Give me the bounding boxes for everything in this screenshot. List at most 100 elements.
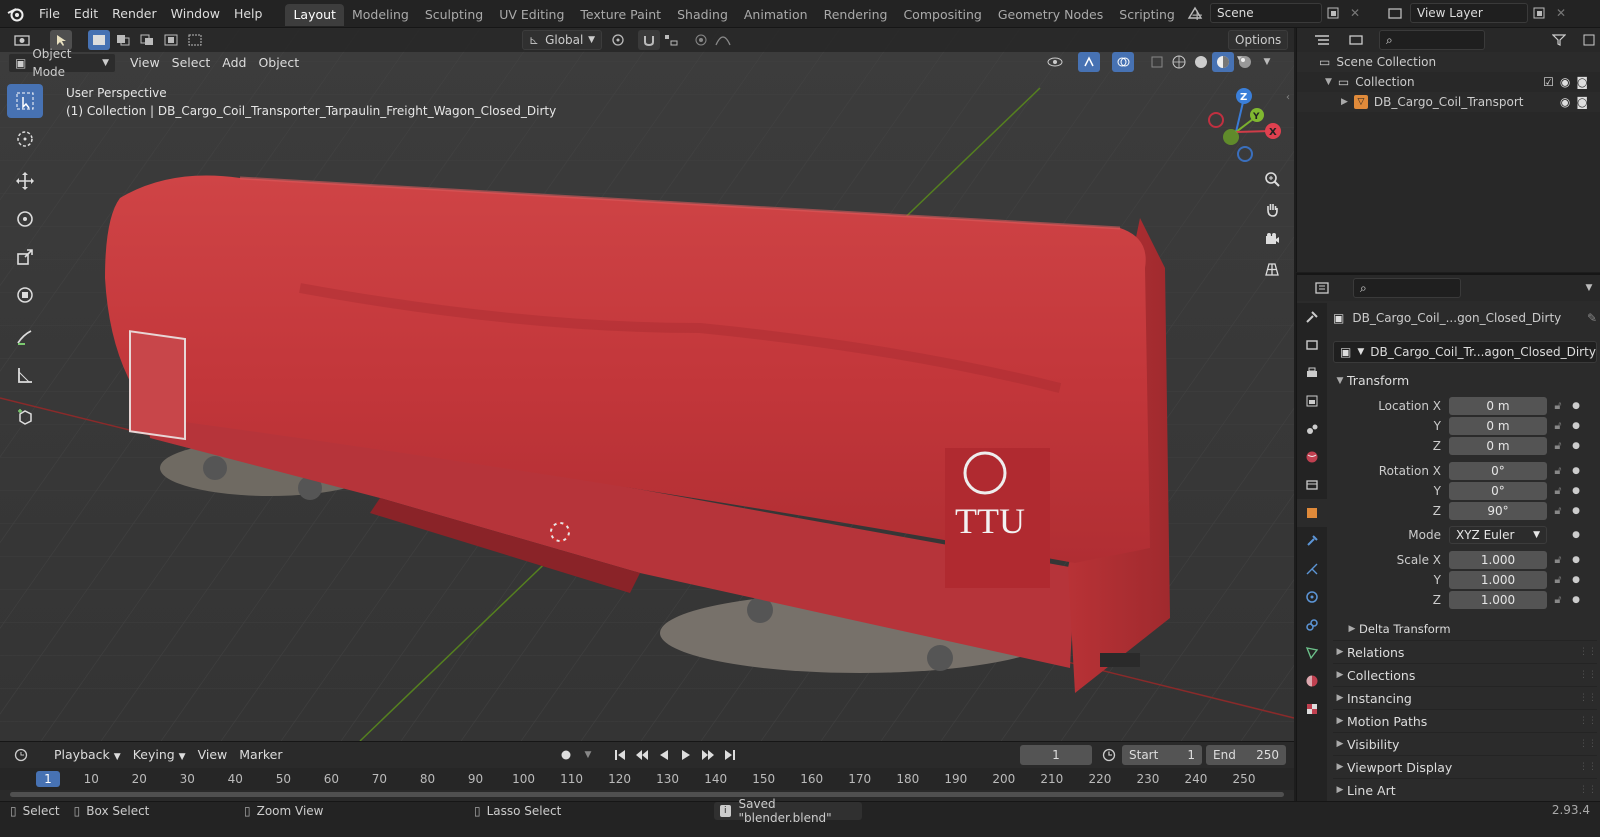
tab-sculpting[interactable]: Sculpting <box>417 4 491 26</box>
properties-search-input[interactable]: ⌕ <box>1353 278 1461 298</box>
play-icon[interactable] <box>675 745 697 765</box>
scale-y-field[interactable]: 1.000 <box>1449 570 1547 589</box>
scale-tool-icon[interactable] <box>7 240 43 274</box>
keyframe-dot-icon[interactable]: ● <box>1569 441 1583 451</box>
annotate-tool-icon[interactable] <box>7 320 43 354</box>
tab-shading[interactable]: Shading <box>669 4 736 26</box>
keyframe-dot-icon[interactable]: ● <box>1569 486 1583 496</box>
drag-grip-icon[interactable]: ⋮⋮ <box>1579 785 1597 795</box>
rendered-shading-icon[interactable] <box>1234 52 1256 72</box>
object-tab-icon[interactable] <box>1297 499 1327 527</box>
drag-grip-icon[interactable]: ⋮⋮ <box>1579 647 1597 657</box>
render-tab-icon[interactable] <box>1297 331 1327 359</box>
view-layer-icon[interactable] <box>1380 3 1410 23</box>
filter-icon[interactable] <box>1544 30 1574 50</box>
snap-icon[interactable] <box>638 30 660 50</box>
select-invert-icon[interactable] <box>160 30 182 50</box>
zoom-icon[interactable] <box>1259 166 1285 192</box>
add-cube-tool-icon[interactable] <box>7 400 43 434</box>
delete-view-layer-icon[interactable]: ✕ <box>1550 3 1572 23</box>
tab-rendering[interactable]: Rendering <box>816 4 896 26</box>
lock-icon[interactable]: 🔓︎ <box>1547 484 1569 498</box>
tab-animation[interactable]: Animation <box>736 4 816 26</box>
shading-options-chevron-icon[interactable]: ▼ <box>1256 52 1278 72</box>
delete-scene-icon[interactable]: ✕ <box>1344 3 1366 23</box>
drag-grip-icon[interactable]: ⋮⋮ <box>1579 762 1597 772</box>
panel-header-motion-paths[interactable]: ▶ Motion Paths ⋮⋮ <box>1333 709 1597 732</box>
eye-icon[interactable]: ◉ <box>1560 95 1570 109</box>
next-keyframe-icon[interactable] <box>697 745 719 765</box>
record-icon[interactable] <box>555 745 577 765</box>
collection-tab-icon[interactable] <box>1297 471 1327 499</box>
panel-header-line-art[interactable]: ▶ Line Art ⋮⋮ <box>1333 778 1597 801</box>
exclude-checkbox-icon[interactable]: ☑ <box>1543 75 1554 89</box>
select-subtract-icon[interactable] <box>136 30 158 50</box>
scene-tab-icon[interactable] <box>1297 415 1327 443</box>
panel-header-instancing[interactable]: ▶ Instancing ⋮⋮ <box>1333 686 1597 709</box>
scene-icon[interactable] <box>1180 3 1210 23</box>
proportional-edit-icon[interactable] <box>690 30 712 50</box>
tab-modeling[interactable]: Modeling <box>344 4 417 26</box>
preview-range-clock-icon[interactable] <box>1098 745 1120 765</box>
keyframe-dot-icon[interactable]: ● <box>1569 466 1583 476</box>
end-frame-field[interactable]: End 250 <box>1206 745 1286 765</box>
panel-header-collections[interactable]: ▶ Collections ⋮⋮ <box>1333 663 1597 686</box>
snap-target-icon[interactable] <box>660 30 682 50</box>
expand-arrow-icon[interactable]: ▼ <box>1325 77 1332 87</box>
menu-keying[interactable]: Keying ▼ <box>127 745 192 765</box>
tab-compositing[interactable]: Compositing <box>895 4 989 26</box>
object-name-field[interactable]: ▣ ▼ DB_Cargo_Coil_Tr...agon_Closed_Dirty <box>1333 341 1597 363</box>
location-x-field[interactable]: 0 m <box>1449 396 1547 415</box>
falloff-icon[interactable] <box>712 30 734 50</box>
properties-editor-type-icon[interactable] <box>1307 278 1337 298</box>
ortho-grid-icon[interactable] <box>1259 256 1285 282</box>
panel-header-relations[interactable]: ▶ Relations ⋮⋮ <box>1333 640 1597 663</box>
keyframe-dot-icon[interactable]: ● <box>1569 421 1583 431</box>
lock-icon[interactable]: 🔓︎ <box>1547 439 1569 453</box>
overlays-icon[interactable] <box>1112 52 1134 72</box>
menu-marker[interactable]: Marker <box>233 745 288 765</box>
scene-name-field[interactable]: Scene <box>1210 3 1322 23</box>
tab-texture-paint[interactable]: Texture Paint <box>572 4 669 26</box>
blender-logo-icon[interactable] <box>0 4 32 24</box>
lock-icon[interactable]: 🔓︎ <box>1547 399 1569 413</box>
output-tab-icon[interactable] <box>1297 359 1327 387</box>
xray-icon[interactable] <box>1146 52 1168 72</box>
rotate-tool-icon[interactable] <box>7 202 43 236</box>
tab-uv-editing[interactable]: UV Editing <box>491 4 572 26</box>
play-reverse-icon[interactable] <box>653 745 675 765</box>
menu-playback[interactable]: Playback ▼ <box>48 745 127 765</box>
menu-add[interactable]: Add <box>216 53 252 73</box>
display-mode-icon[interactable] <box>1341 30 1371 50</box>
current-frame-field[interactable]: 1 <box>1020 745 1092 765</box>
select-intersect-icon[interactable] <box>184 30 206 50</box>
scale-z-field[interactable]: 1.000 <box>1449 590 1547 609</box>
menu-edit[interactable]: Edit <box>67 0 105 28</box>
keyframe-dot-icon[interactable]: ● <box>1569 530 1583 540</box>
camera-render-icon[interactable]: ◙ <box>1576 95 1588 109</box>
particles-tab-icon[interactable] <box>1297 555 1327 583</box>
location-z-field[interactable]: 0 m <box>1449 436 1547 455</box>
solid-shading-icon[interactable] <box>1190 52 1212 72</box>
menu-window[interactable]: Window <box>164 0 227 28</box>
rotation-mode-dropdown[interactable]: XYZ Euler ▼ <box>1449 525 1547 544</box>
transform-orientation-dropdown[interactable]: ⊾ Global ▼ <box>522 30 602 50</box>
lock-icon[interactable]: 🔓︎ <box>1547 504 1569 518</box>
world-tab-icon[interactable] <box>1297 443 1327 471</box>
visibility-eye-icon[interactable] <box>1044 52 1066 72</box>
delta-transform-header[interactable]: ▶ Delta Transform <box>1333 617 1597 640</box>
outliner-editor-type-icon[interactable] <box>1307 30 1337 50</box>
menu-help[interactable]: Help <box>227 0 270 28</box>
outliner-search-input[interactable]: ⌕ <box>1379 30 1485 50</box>
panel-header-viewport-display[interactable]: ▶ Viewport Display ⋮⋮ <box>1333 755 1597 778</box>
outliner-row-scene-collection[interactable]: ▭ Scene Collection <box>1297 52 1600 72</box>
lock-icon[interactable]: 🔓︎ <box>1547 464 1569 478</box>
move-tool-icon[interactable] <box>7 164 43 198</box>
keyframe-dot-icon[interactable]: ● <box>1569 555 1583 565</box>
material-tab-icon[interactable] <box>1297 667 1327 695</box>
new-collection-icon[interactable] <box>1578 30 1600 50</box>
modifier-tab-icon[interactable] <box>1297 527 1327 555</box>
data-tab-icon[interactable] <box>1297 639 1327 667</box>
rotation-z-field[interactable]: 90° <box>1449 501 1547 520</box>
transform-panel-header[interactable]: ▼ Transform <box>1333 369 1597 392</box>
